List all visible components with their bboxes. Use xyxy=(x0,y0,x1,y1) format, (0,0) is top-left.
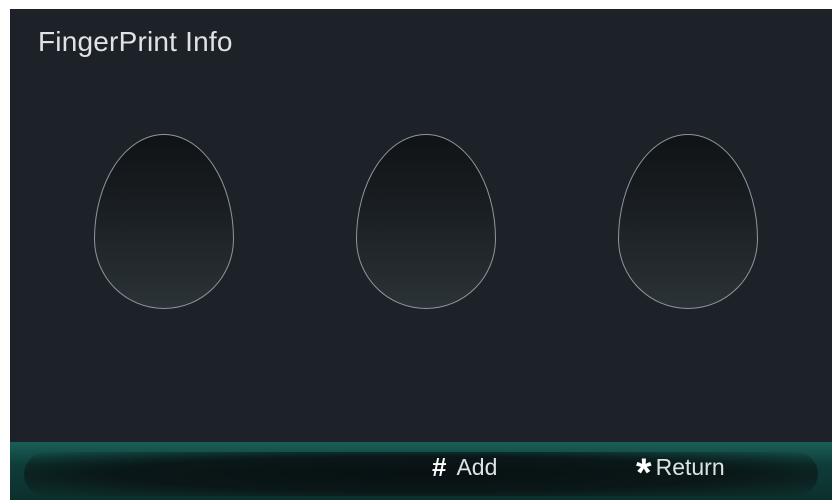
return-label: Return xyxy=(655,453,725,480)
hash-key-icon: # xyxy=(432,452,447,482)
fingerprint-slot-3[interactable] xyxy=(618,134,758,309)
fingerprint-slot-2[interactable] xyxy=(356,134,496,309)
page-title: FingerPrint Info xyxy=(38,26,233,57)
add-button[interactable]: # Add xyxy=(432,447,497,487)
add-label: Add xyxy=(456,453,498,480)
star-key-icon: * xyxy=(636,451,652,495)
fingerprint-info-screen: FingerPrint Info xyxy=(10,9,832,500)
fingerprint-slot-1[interactable] xyxy=(94,134,234,309)
return-button[interactable]: * Return xyxy=(636,447,725,493)
